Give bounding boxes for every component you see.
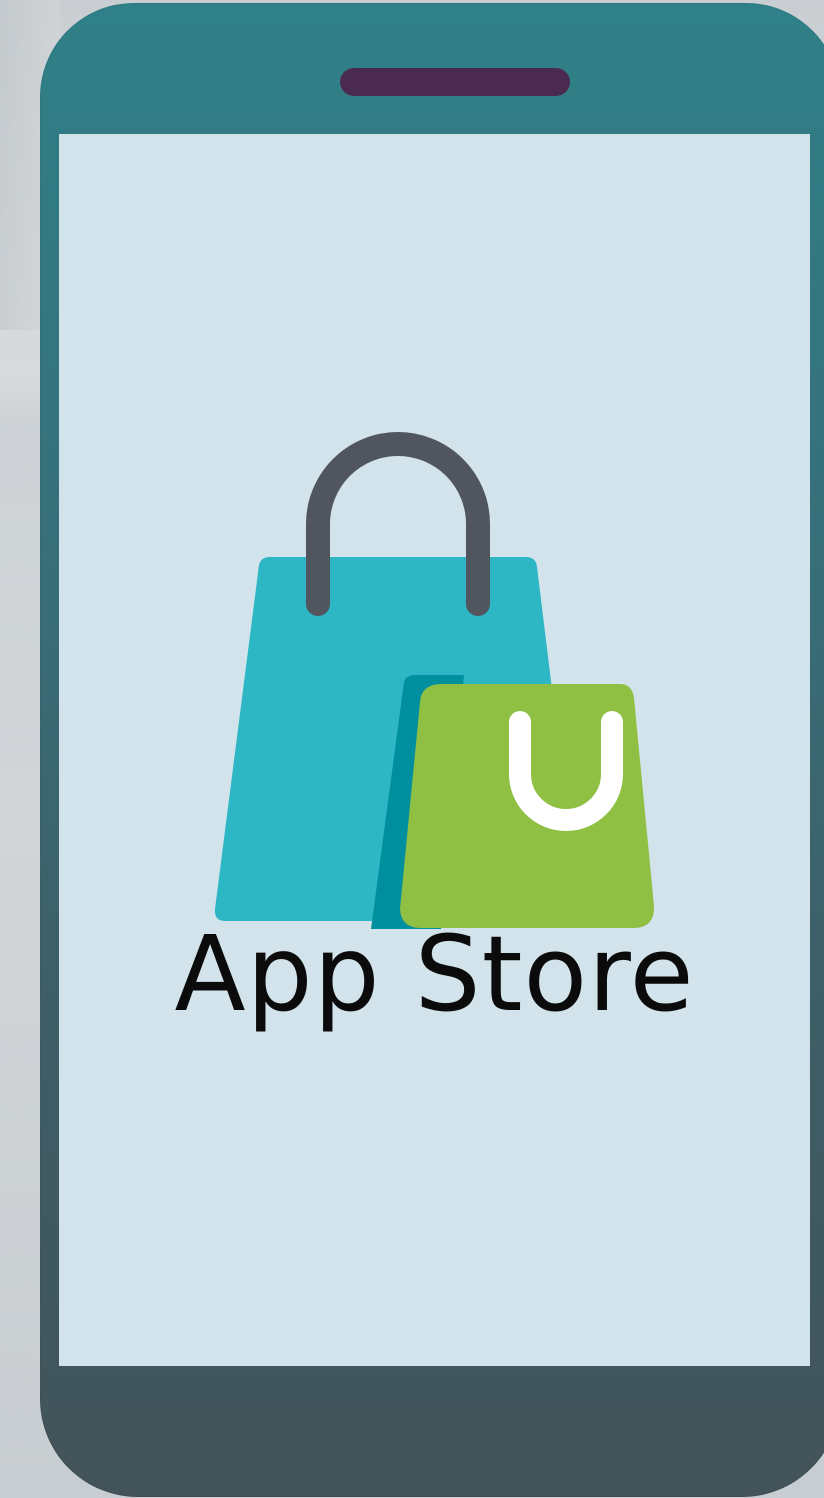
phone-screen: App Store [59, 134, 810, 1366]
shopping-bags-logo-icon[interactable] [59, 134, 810, 1366]
phone-frame: App Store [40, 3, 824, 1497]
app-title: App Store [174, 913, 695, 1035]
phone-speaker-icon [340, 68, 570, 96]
